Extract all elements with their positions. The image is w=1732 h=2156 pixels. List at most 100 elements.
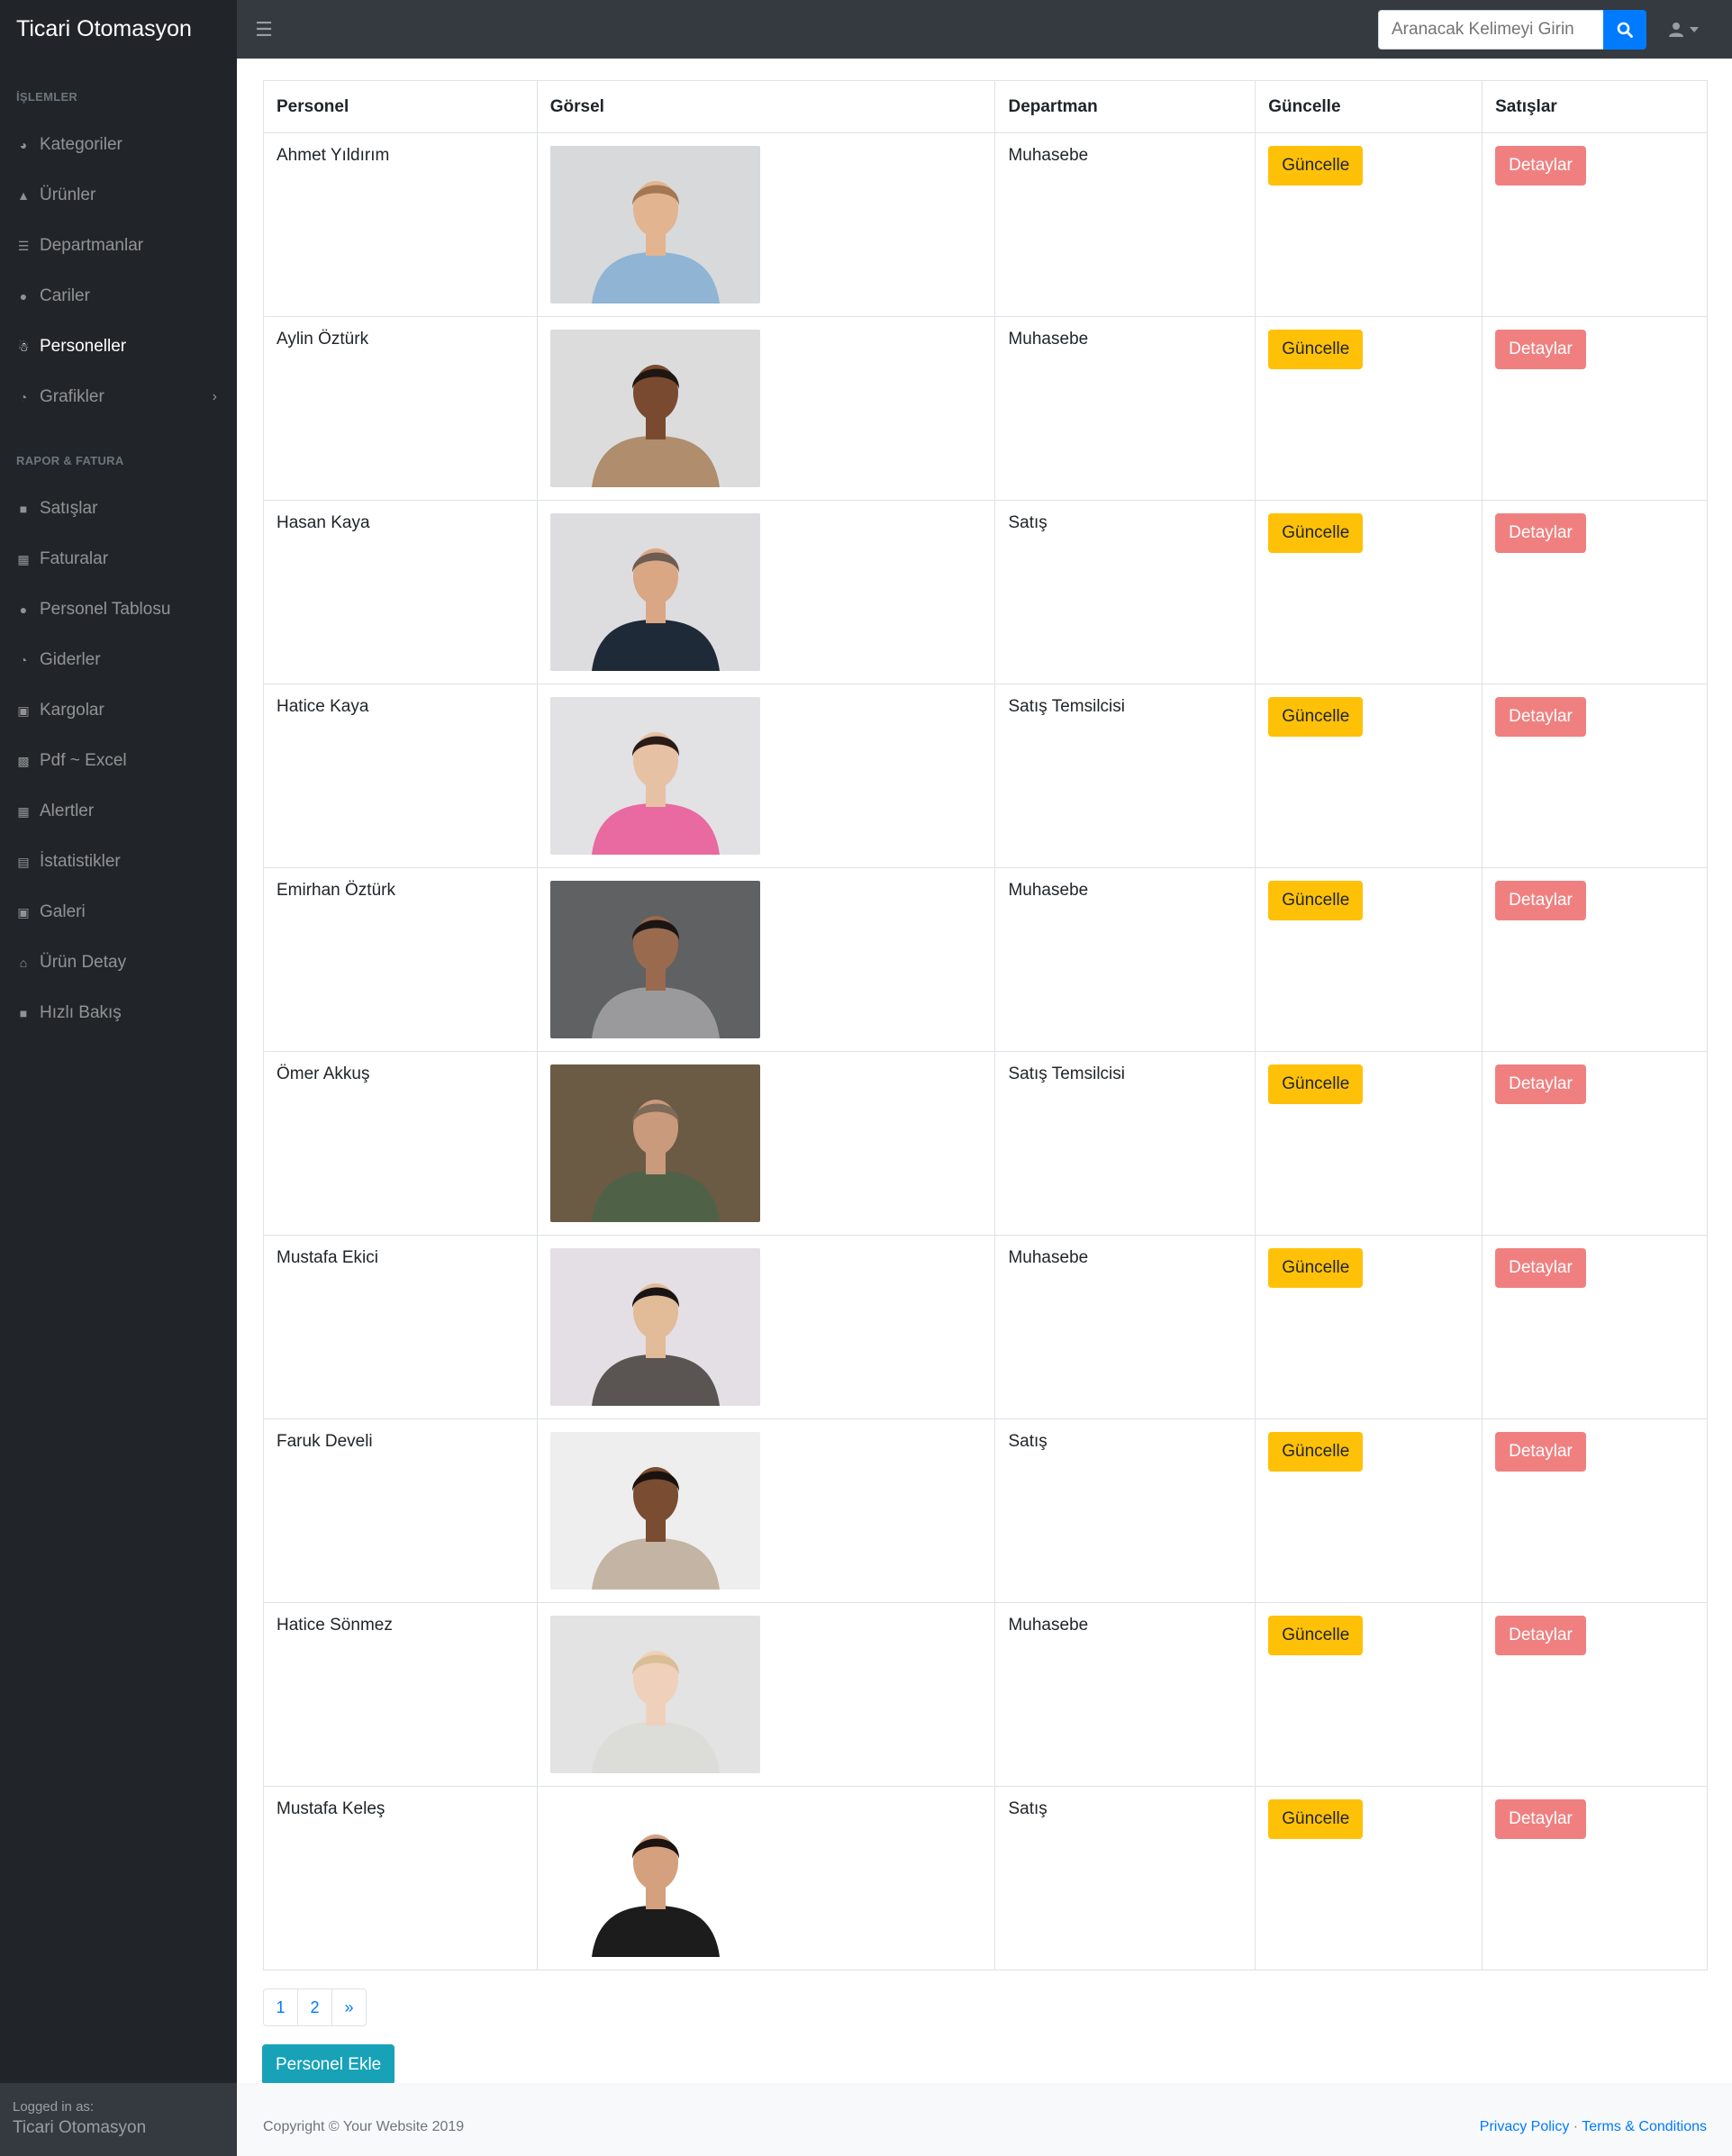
cell-guncelle: Güncelle [1255,316,1483,501]
cell-gorsel [536,684,996,868]
user-menu-dropdown[interactable] [1668,15,1713,44]
sidebar-item-cariler[interactable]: ● Cariler [0,278,237,314]
sidebar-item-alertler[interactable]: ▦ Alertler [0,793,237,829]
sidebar-item-istatistikler[interactable]: ▤ İstatistikler [0,844,237,880]
brand-logo[interactable]: Ticari Otomasyon [0,0,237,59]
department-name: Satış Temsilcisi [1008,1064,1125,1083]
page-link-next[interactable]: » [331,1988,367,2026]
user-icon [1669,23,1683,37]
cell-guncelle: Güncelle [1255,1602,1483,1787]
cell-guncelle: Güncelle [1255,684,1483,868]
cell-satislar: Detaylar [1482,1786,1708,1970]
department-name: Muhasebe [1008,1616,1089,1635]
sidebar-item-departmanlar[interactable]: ☰ Departmanlar [0,228,237,264]
update-button[interactable]: Güncelle [1268,1432,1364,1472]
personnel-name: Ahmet Yıldırım [277,146,390,165]
department-name: Satış [1008,513,1047,532]
terms-link[interactable]: Terms & Conditions [1582,2119,1707,2134]
department-name: Satış [1008,1799,1047,1818]
update-button[interactable]: Güncelle [1268,881,1364,920]
cell-departman: Muhasebe [994,132,1256,317]
sidebar-item-urun-detay[interactable]: ⌂ Ürün Detay [0,945,237,981]
cell-satislar: Detaylar [1482,1418,1708,1603]
sidebar-item-urunler[interactable]: ▲ Ürünler [0,177,237,213]
cell-departman: Satış [994,500,1256,684]
cell-personel: Hatice Kaya [263,684,538,868]
update-button[interactable]: Güncelle [1268,1248,1364,1288]
details-button[interactable]: Detaylar [1495,146,1586,186]
page-footer: Copyright © Your Website 2019 Privacy Po… [237,2083,1732,2156]
page-link-1[interactable]: 1 [263,1988,298,2026]
personnel-photo [549,330,760,487]
details-button[interactable]: Detaylar [1495,1248,1586,1288]
table-row: Hatice Kaya Satış Temsilcisi Güncelle De… [263,684,1708,868]
sidebar-item-grafikler[interactable]: ◔ Grafikler › [0,379,237,415]
details-button[interactable]: Detaylar [1495,697,1586,737]
details-button[interactable]: Detaylar [1495,1064,1586,1104]
cell-personel: Mustafa Ekici [263,1235,538,1419]
search-input[interactable] [1378,10,1603,50]
cell-personel: Hasan Kaya [263,500,538,684]
sidebar-item-hizli-bakis[interactable]: ■ Hızlı Bakış [0,995,237,1031]
department-name: Muhasebe [1008,330,1089,349]
cell-satislar: Detaylar [1482,132,1708,317]
sidebar-item-giderler[interactable]: ◔ Giderler [0,642,237,678]
caret-down-icon [1690,27,1699,32]
update-button[interactable]: Güncelle [1268,697,1364,737]
search-button[interactable] [1603,10,1646,50]
cell-gorsel [536,132,996,317]
cell-satislar: Detaylar [1482,500,1708,684]
personnel-photo [549,1432,760,1590]
sidebar-item-personel-tablosu[interactable]: ● Personel Tablosu [0,592,237,628]
cell-guncelle: Güncelle [1255,1786,1483,1970]
update-button[interactable]: Güncelle [1268,146,1364,186]
details-button[interactable]: Detaylar [1495,1616,1586,1655]
cell-personel: Faruk Develi [263,1418,538,1603]
cell-departman: Muhasebe [994,1602,1256,1787]
add-personnel-button[interactable]: Personel Ekle [262,2044,395,2085]
update-button[interactable]: Güncelle [1268,330,1364,369]
details-button[interactable]: Detaylar [1495,513,1586,553]
column-header-satislar: Satışlar [1482,80,1708,133]
update-button[interactable]: Güncelle [1268,1799,1364,1839]
personnel-photo [549,697,760,855]
column-header-departman: Departman [994,80,1256,133]
cell-gorsel [536,867,996,1052]
bars-icon: ☰ [255,17,273,41]
sidebar-item-label: Cariler [40,286,90,305]
cell-departman: Satış [994,1786,1256,1970]
sidebar-toggle-button[interactable]: ☰ [244,10,284,50]
update-button[interactable]: Güncelle [1268,1064,1364,1104]
page-link-2[interactable]: 2 [297,1988,332,2026]
privacy-policy-link[interactable]: Privacy Policy [1480,2119,1570,2134]
cell-guncelle: Güncelle [1255,1418,1483,1603]
update-button[interactable]: Güncelle [1268,1616,1364,1655]
cell-personel: Emirhan Öztürk [263,867,538,1052]
sidebar-item-kategoriler[interactable]: ◕ Kategoriler [0,127,237,163]
sidebar-item-faturalar[interactable]: ▦ Faturalar [0,541,237,577]
database-icon: ▤ [17,854,30,869]
department-name: Muhasebe [1008,1248,1089,1267]
sidebar-item-kargolar[interactable]: ▣ Kargolar [0,693,237,729]
personnel-name: Emirhan Öztürk [277,881,395,900]
sidebar-item-galeri[interactable]: ▣ Galeri [0,894,237,930]
table-row: Aylin Öztürk Muhasebe Güncelle Detaylar [263,316,1708,501]
logged-in-label: Logged in as: [13,2099,95,2115]
details-button[interactable]: Detaylar [1495,1432,1586,1472]
details-button[interactable]: Detaylar [1495,330,1586,369]
details-button[interactable]: Detaylar [1495,1799,1586,1839]
cell-guncelle: Güncelle [1255,1235,1483,1419]
cell-departman: Muhasebe [994,867,1256,1052]
sidebar-item-satislar[interactable]: ■ Satışlar [0,491,237,527]
sidebar-item-pdf-excel[interactable]: ▩ Pdf ~ Excel [0,743,237,779]
cell-gorsel [536,1418,996,1603]
users-icon: ● [19,602,28,617]
sidebar-item-label: Ürün Detay [40,953,127,972]
table-row: Hasan Kaya Satış Güncelle Detaylar [263,500,1708,684]
personnel-name: Ömer Akkuş [277,1064,370,1083]
user-icon: ● [19,289,28,303]
update-button[interactable]: Güncelle [1268,513,1364,553]
pagination: 1 2 » [263,1988,367,2026]
sidebar-item-personeller[interactable]: ☃ Personeller [0,329,237,365]
details-button[interactable]: Detaylar [1495,881,1586,920]
